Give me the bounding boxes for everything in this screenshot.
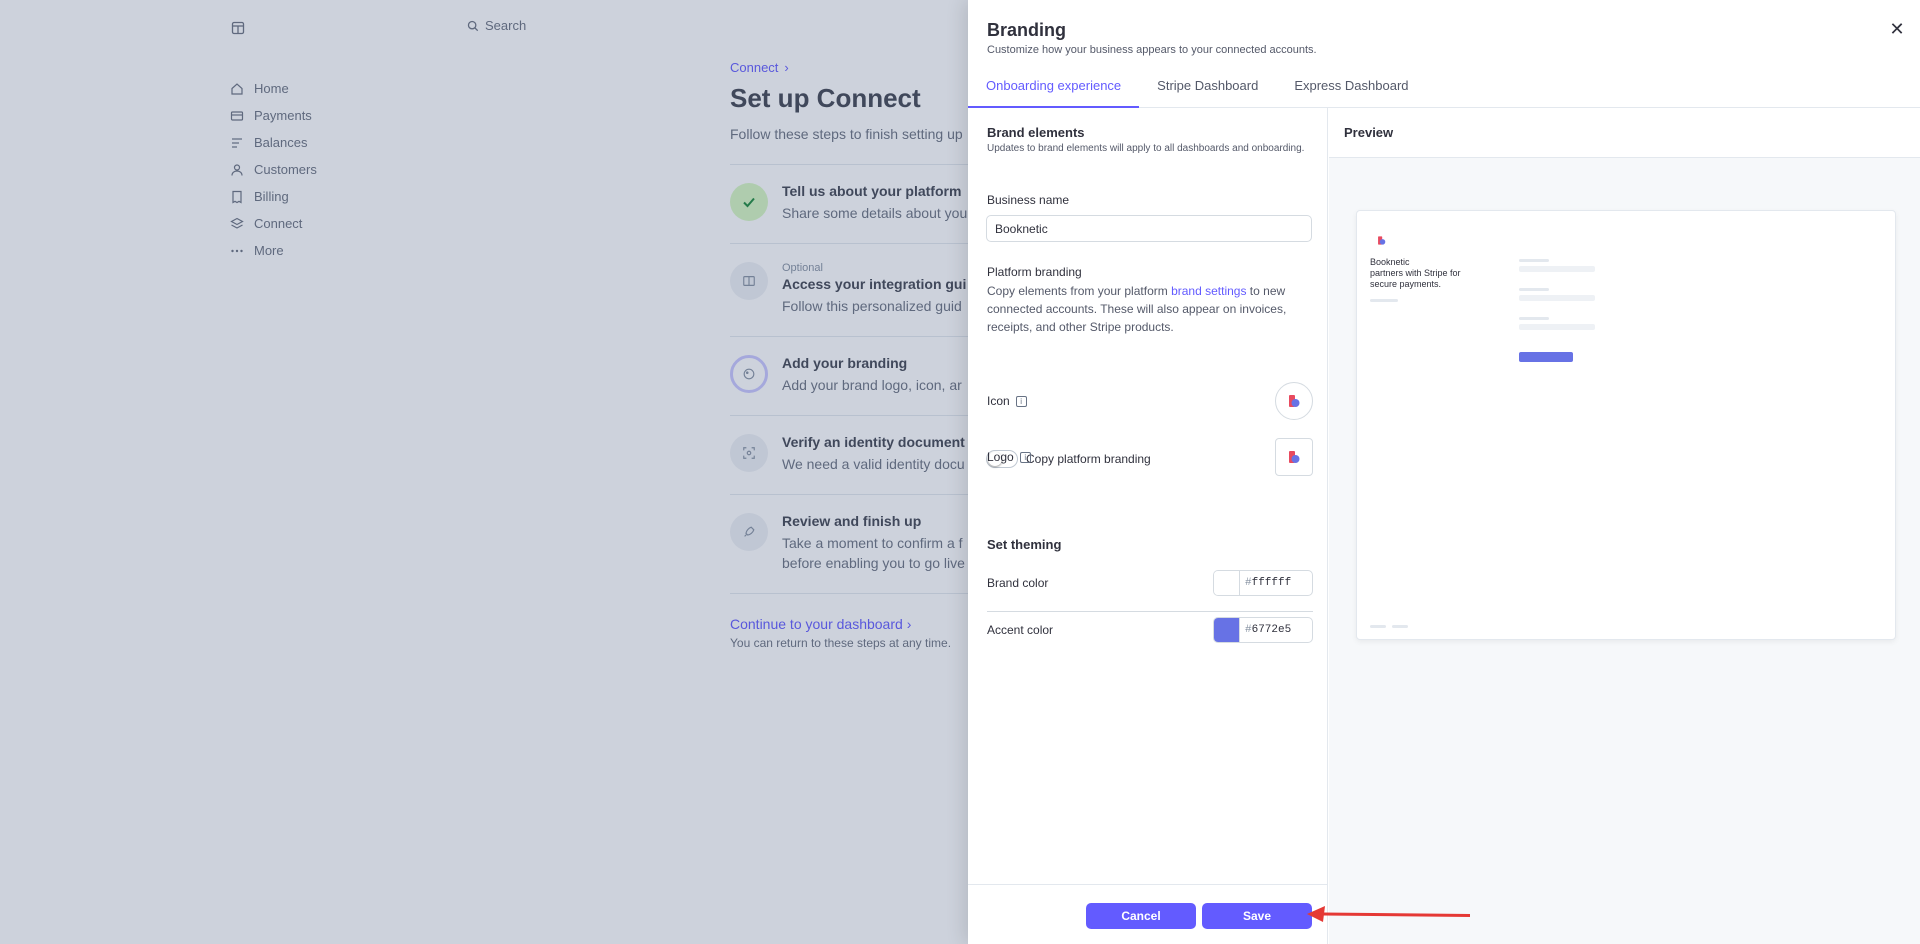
- platform-branding-label: Platform branding: [987, 265, 1082, 279]
- business-name-input[interactable]: [986, 215, 1312, 242]
- accent-color-swatch[interactable]: [1214, 618, 1240, 642]
- preview-skeleton: [1519, 266, 1595, 272]
- preview-skeleton: [1519, 288, 1549, 291]
- preview-panel: Preview Booknetic partners with Stripe f…: [1329, 108, 1920, 944]
- brand-logo: [1289, 451, 1300, 463]
- brand-color-value: ffffff: [1251, 577, 1292, 589]
- logo-row: Logo i: [987, 438, 1313, 476]
- annotation-arrow-icon: [1307, 906, 1471, 922]
- close-icon[interactable]: ✕: [1888, 20, 1906, 38]
- brand-elements-note: Updates to brand elements will apply to …: [987, 143, 1305, 154]
- save-button[interactable]: Save: [1202, 903, 1312, 929]
- tab-stripe-dashboard[interactable]: Stripe Dashboard: [1139, 70, 1276, 108]
- branding-modal: Branding Customize how your business app…: [968, 0, 1920, 944]
- hash-prefix: #: [1245, 577, 1252, 589]
- preview-business-name: Booknetic: [1370, 257, 1410, 267]
- business-name-label: Business name: [987, 193, 1070, 207]
- brand-color-swatch[interactable]: [1214, 571, 1240, 595]
- icon-label: Icon: [987, 394, 1010, 408]
- preview-skeleton: [1519, 324, 1595, 330]
- preview-logo: [1376, 233, 1387, 251]
- icon-row: Icon i: [987, 382, 1313, 420]
- cancel-button[interactable]: Cancel: [1086, 903, 1196, 929]
- info-icon[interactable]: i: [1019, 451, 1031, 463]
- preview-heading: Preview: [1329, 108, 1920, 158]
- preview-footer-skeleton: [1370, 625, 1386, 628]
- brand-settings-link[interactable]: brand settings: [1171, 284, 1246, 298]
- info-icon[interactable]: i: [1015, 395, 1027, 407]
- brand-color-row: Brand color # ffffff: [987, 570, 1313, 596]
- brand-color-label: Brand color: [987, 576, 1049, 590]
- brand-elements-heading: Brand elements: [987, 125, 1085, 140]
- logo-upload-button[interactable]: [1275, 438, 1313, 476]
- section-divider: [987, 611, 1313, 612]
- brand-color-picker[interactable]: # ffffff: [1213, 570, 1313, 596]
- accent-color-value: 6772e5: [1251, 624, 1292, 636]
- tab-express-dashboard[interactable]: Express Dashboard: [1276, 70, 1426, 108]
- preview-partner-line: partners with Stripe for secure payments…: [1370, 268, 1461, 289]
- platform-branding-text: Copy elements from your platform brand s…: [987, 282, 1317, 336]
- modal-footer: Cancel Save: [968, 884, 1328, 944]
- preview-card: Booknetic partners with Stripe for secur…: [1356, 210, 1896, 640]
- preview-pay-button: [1519, 352, 1573, 362]
- set-theming-heading: Set theming: [987, 537, 1062, 552]
- tab-onboarding-experience[interactable]: Onboarding experience: [968, 70, 1140, 108]
- logo-label: Logo: [987, 450, 1014, 464]
- accent-color-row: Accent color #6772e5: [987, 617, 1313, 643]
- accent-color-picker[interactable]: #6772e5: [1213, 617, 1313, 643]
- preview-footer-skeleton: [1392, 625, 1408, 628]
- preview-partner-text: Booknetic partners with Stripe for secur…: [1370, 257, 1480, 290]
- preview-skeleton: [1519, 317, 1549, 320]
- settings-panel: Brand elements Updates to brand elements…: [968, 108, 1328, 884]
- modal-title: Branding: [987, 20, 1066, 40]
- hash-prefix: #: [1245, 624, 1252, 636]
- brand-icon: [1289, 395, 1300, 407]
- platform-branding-text-1: Copy elements from your platform: [987, 284, 1172, 298]
- icon-upload-button[interactable]: [1275, 382, 1313, 420]
- preview-skeleton: [1519, 259, 1549, 262]
- accent-color-label: Accent color: [987, 623, 1054, 637]
- tab-bar: Onboarding experience Stripe Dashboard E…: [968, 70, 1920, 108]
- preview-skeleton: [1370, 299, 1398, 302]
- preview-skeleton: [1519, 295, 1595, 301]
- modal-subtitle: Customize how your business appears to y…: [987, 44, 1317, 56]
